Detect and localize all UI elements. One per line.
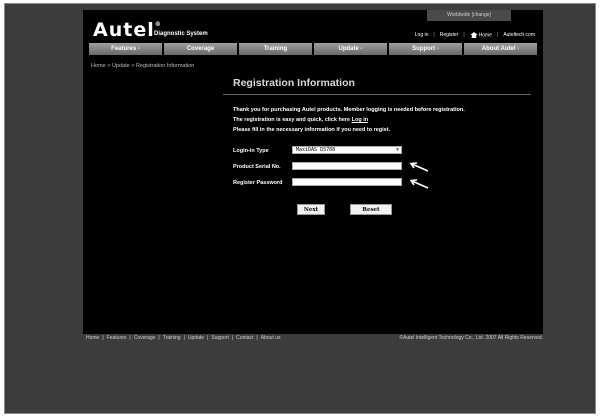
footer-link-update[interactable]: Update [188,335,204,341]
next-button[interactable]: Next [297,204,325,215]
logo-text: Autel [93,19,155,41]
footer-separator: | [129,335,131,341]
serial-label: Product Serial No. [233,164,281,170]
top-links: Log in | Register | Home | Auteltech.com [415,32,535,38]
nav-tab-features[interactable]: Features - [89,43,162,55]
footer-separator: | [207,335,209,341]
auteltech-link[interactable]: Auteltech.com [503,32,535,38]
title-divider [223,94,531,95]
footer-links: Home | Features | Coverage | Training | Update | S… [86,335,280,341]
footer-separator: | [102,335,104,341]
intro-line-2: The registration is easy and quick, clic… [233,115,465,125]
footer-link-contact[interactable]: Contact [236,335,253,341]
separator: | [497,32,499,39]
login-link[interactable]: Log in [415,32,429,38]
serial-input[interactable] [292,162,402,170]
password-input[interactable] [292,178,402,186]
footer-separator: | [158,335,160,341]
arrow-pointer-icon [409,162,429,172]
page-title: Registration Information [233,77,355,89]
register-link[interactable]: Register [440,32,459,38]
footer-link-home[interactable]: Home [86,335,99,341]
site-container: Worldwide [change] Autel® Diagnostic Sys… [83,10,543,334]
nav-tab-about[interactable]: About Autel - [464,43,537,55]
footer: Home | Features | Coverage | Training | Update | S… [83,334,543,344]
nav-tab-training[interactable]: Training [239,43,312,55]
footer-separator: | [231,335,234,341]
reset-button[interactable]: Reset [350,204,392,215]
separator: | [433,32,435,39]
separator: | [463,32,465,39]
footer-link-support[interactable]: Support [211,335,229,341]
logo-tagline: Diagnostic System [154,31,208,37]
intro-line-2-text: The registration is easy and quick, clic… [233,117,351,123]
login-type-select[interactable]: MaxiDAS DS708 ▼ [292,146,402,154]
home-link-label: Home [478,32,492,39]
intro-line-1: Thank you for purchasing Autel products.… [233,107,465,113]
login-type-label: Login-in Type [233,148,269,154]
autel-logo[interactable]: Autel® [93,19,162,41]
registered-mark: ® [154,21,162,28]
footer-link-features[interactable]: Features [107,335,127,341]
nav-tab-update[interactable]: Update - [314,43,387,55]
footer-separator: | [256,335,258,341]
home-link[interactable]: Home [469,32,492,39]
browser-frame: Worldwide [change] Autel® Diagnostic Sys… [4,3,596,414]
arrow-pointer-icon [409,179,429,189]
intro-text: Thank you for purchasing Autel products.… [233,105,465,135]
intro-login-link[interactable]: Log in [352,117,369,123]
footer-link-about-us[interactable]: About us [261,335,281,341]
nav-tab-support[interactable]: Support - [389,43,462,55]
footer-separator: | [183,335,185,341]
copyright-text: ©Autel Intelligent Technology Co., Ltd. … [399,335,543,341]
chevron-down-icon: ▼ [395,147,399,153]
nav-tab-coverage[interactable]: Coverage [164,43,237,55]
worldwide-selector[interactable]: Worldwide [change] [427,10,511,21]
main-nav: Features - Coverage Training Update - Su… [89,43,537,55]
footer-link-coverage[interactable]: Coverage [134,335,156,341]
login-type-value: MaxiDAS DS708 [296,147,336,153]
footer-link-training[interactable]: Training [163,335,181,341]
intro-line-3: Please fill in the necessary information… [233,127,391,133]
home-icon [469,32,478,38]
password-label: Register Password [233,180,283,186]
breadcrumb: Home > Update > Registration Information [91,63,195,69]
